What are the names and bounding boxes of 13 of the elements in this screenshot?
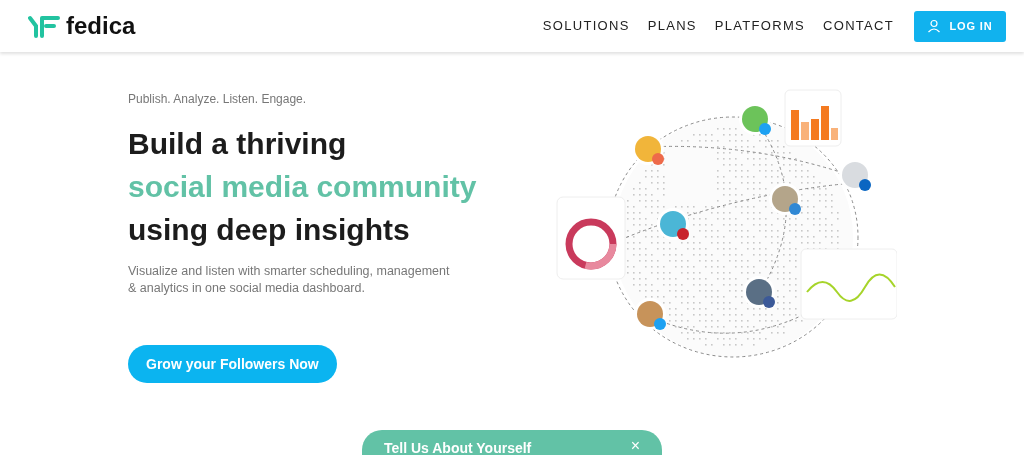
nav-link[interactable]: PLANS (647, 16, 697, 36)
heading-line: social media community (128, 169, 478, 205)
description: Visualize and listen with smarter scheduling, management & analytics in one social media dashboard. (128, 263, 451, 297)
heading-line: using deep insights (128, 212, 411, 248)
logo-icon (28, 14, 60, 38)
logo-wordmark[interactable]: fedica (66, 14, 136, 38)
tagline: Publish. Analyze. Listen. Engage. (128, 91, 308, 108)
survey-title: Tell Us About Yourself (384, 439, 532, 455)
nav-link[interactable]: CONTACT (823, 16, 894, 36)
user-icon (927, 19, 942, 33)
nav-link[interactable]: SOLUTIONS (542, 16, 630, 36)
nav-link[interactable]: PLATFORMS (714, 16, 806, 36)
heading-line: Build a thriving (128, 126, 348, 162)
